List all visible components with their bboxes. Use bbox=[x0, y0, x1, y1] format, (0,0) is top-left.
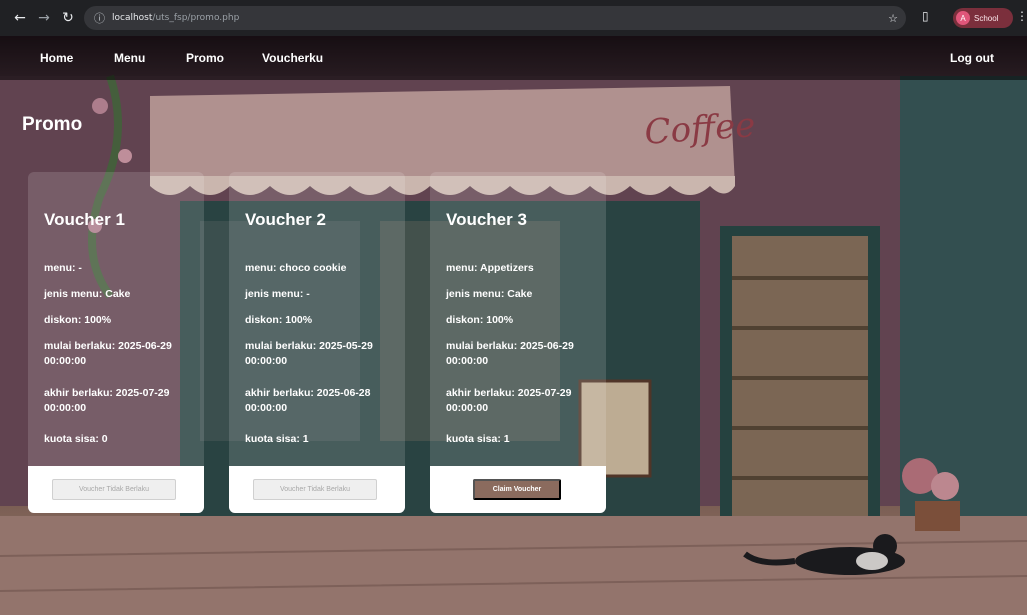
nav-home[interactable]: Home bbox=[40, 51, 73, 65]
voucher-jenis-menu: jenis menu: - bbox=[245, 288, 310, 300]
nav-logout[interactable]: Log out bbox=[950, 51, 994, 65]
voucher-diskon: diskon: 100% bbox=[446, 314, 514, 326]
voucher-menu: menu: choco cookie bbox=[245, 262, 347, 274]
forward-icon[interactable]: → bbox=[32, 6, 56, 30]
page-viewport: Coffee Home Menu Promo Voucherku Log out… bbox=[0, 36, 1027, 615]
page-title: Promo bbox=[22, 114, 83, 135]
menu-dots-icon[interactable]: ⋮ bbox=[1016, 9, 1027, 23]
voucher-mulai: mulai berlaku: 2025-06-29 00:00:00 bbox=[44, 340, 172, 367]
voucher-unavailable-button: Voucher Tidak Berlaku bbox=[52, 479, 176, 500]
voucher-jenis-menu: jenis menu: Cake bbox=[446, 288, 533, 300]
browser-toolbar: ← → ↻ ⓘ localhost/uts_fsp/promo.php ☆ ▯ … bbox=[0, 0, 1027, 36]
voucher-mulai: mulai berlaku: 2025-05-29 00:00:00 bbox=[245, 340, 373, 367]
voucher-diskon: diskon: 100% bbox=[245, 314, 313, 326]
voucher-akhir: akhir berlaku: 2025-07-29 00:00:00 bbox=[44, 387, 170, 414]
voucher-menu: menu: Appetizers bbox=[446, 262, 534, 274]
voucher-card: Voucher 3 menu: Appetizers jenis menu: C… bbox=[430, 172, 606, 513]
extensions-icon[interactable]: ▯ bbox=[922, 9, 936, 25]
voucher-card-footer: Voucher Tidak Berlaku bbox=[28, 466, 204, 513]
nav-promo[interactable]: Promo bbox=[186, 51, 224, 65]
voucher-akhir: akhir berlaku: 2025-06-28 00:00:00 bbox=[245, 387, 371, 414]
voucher-card-footer: Claim Voucher bbox=[430, 466, 606, 513]
profile-chip[interactable]: A School bbox=[953, 8, 1013, 28]
voucher-title: Voucher 3 bbox=[446, 210, 527, 229]
profile-label: School bbox=[974, 13, 999, 23]
voucher-card-footer: Voucher Tidak Berlaku bbox=[229, 466, 405, 513]
voucher-title: Voucher 1 bbox=[44, 210, 125, 229]
voucher-card: Voucher 2 menu: choco cookie jenis menu:… bbox=[229, 172, 405, 513]
nav-voucherku[interactable]: Voucherku bbox=[262, 51, 323, 65]
url-host: localhost bbox=[112, 13, 153, 23]
site-info-icon[interactable]: ⓘ bbox=[94, 10, 105, 26]
voucher-menu: menu: - bbox=[44, 262, 82, 274]
reload-icon[interactable]: ↻ bbox=[56, 6, 80, 30]
voucher-kuota: kuota sisa: 0 bbox=[44, 433, 108, 445]
url-path: /uts_fsp/promo.php bbox=[152, 13, 240, 23]
voucher-card: Voucher 1 menu: - jenis menu: Cake disko… bbox=[28, 172, 204, 513]
voucher-mulai: mulai berlaku: 2025-06-29 00:00:00 bbox=[446, 340, 574, 367]
avatar: A bbox=[956, 11, 970, 25]
back-icon[interactable]: ← bbox=[8, 6, 32, 30]
voucher-title: Voucher 2 bbox=[245, 210, 326, 229]
coffee-sign: Coffee bbox=[643, 105, 756, 153]
voucher-kuota: kuota sisa: 1 bbox=[446, 433, 510, 445]
voucher-akhir: akhir berlaku: 2025-07-29 00:00:00 bbox=[446, 387, 572, 414]
claim-voucher-button[interactable]: Claim Voucher bbox=[473, 479, 561, 500]
star-icon[interactable]: ☆ bbox=[888, 12, 898, 25]
nav-menu[interactable]: Menu bbox=[114, 51, 145, 65]
voucher-diskon: diskon: 100% bbox=[44, 314, 112, 326]
voucher-kuota: kuota sisa: 1 bbox=[245, 433, 309, 445]
top-navbar: Home Menu Promo Voucherku Log out bbox=[0, 36, 1027, 80]
voucher-unavailable-button: Voucher Tidak Berlaku bbox=[253, 479, 377, 500]
address-bar[interactable]: ⓘ localhost/uts_fsp/promo.php ☆ bbox=[84, 6, 906, 30]
voucher-jenis-menu: jenis menu: Cake bbox=[44, 288, 131, 300]
